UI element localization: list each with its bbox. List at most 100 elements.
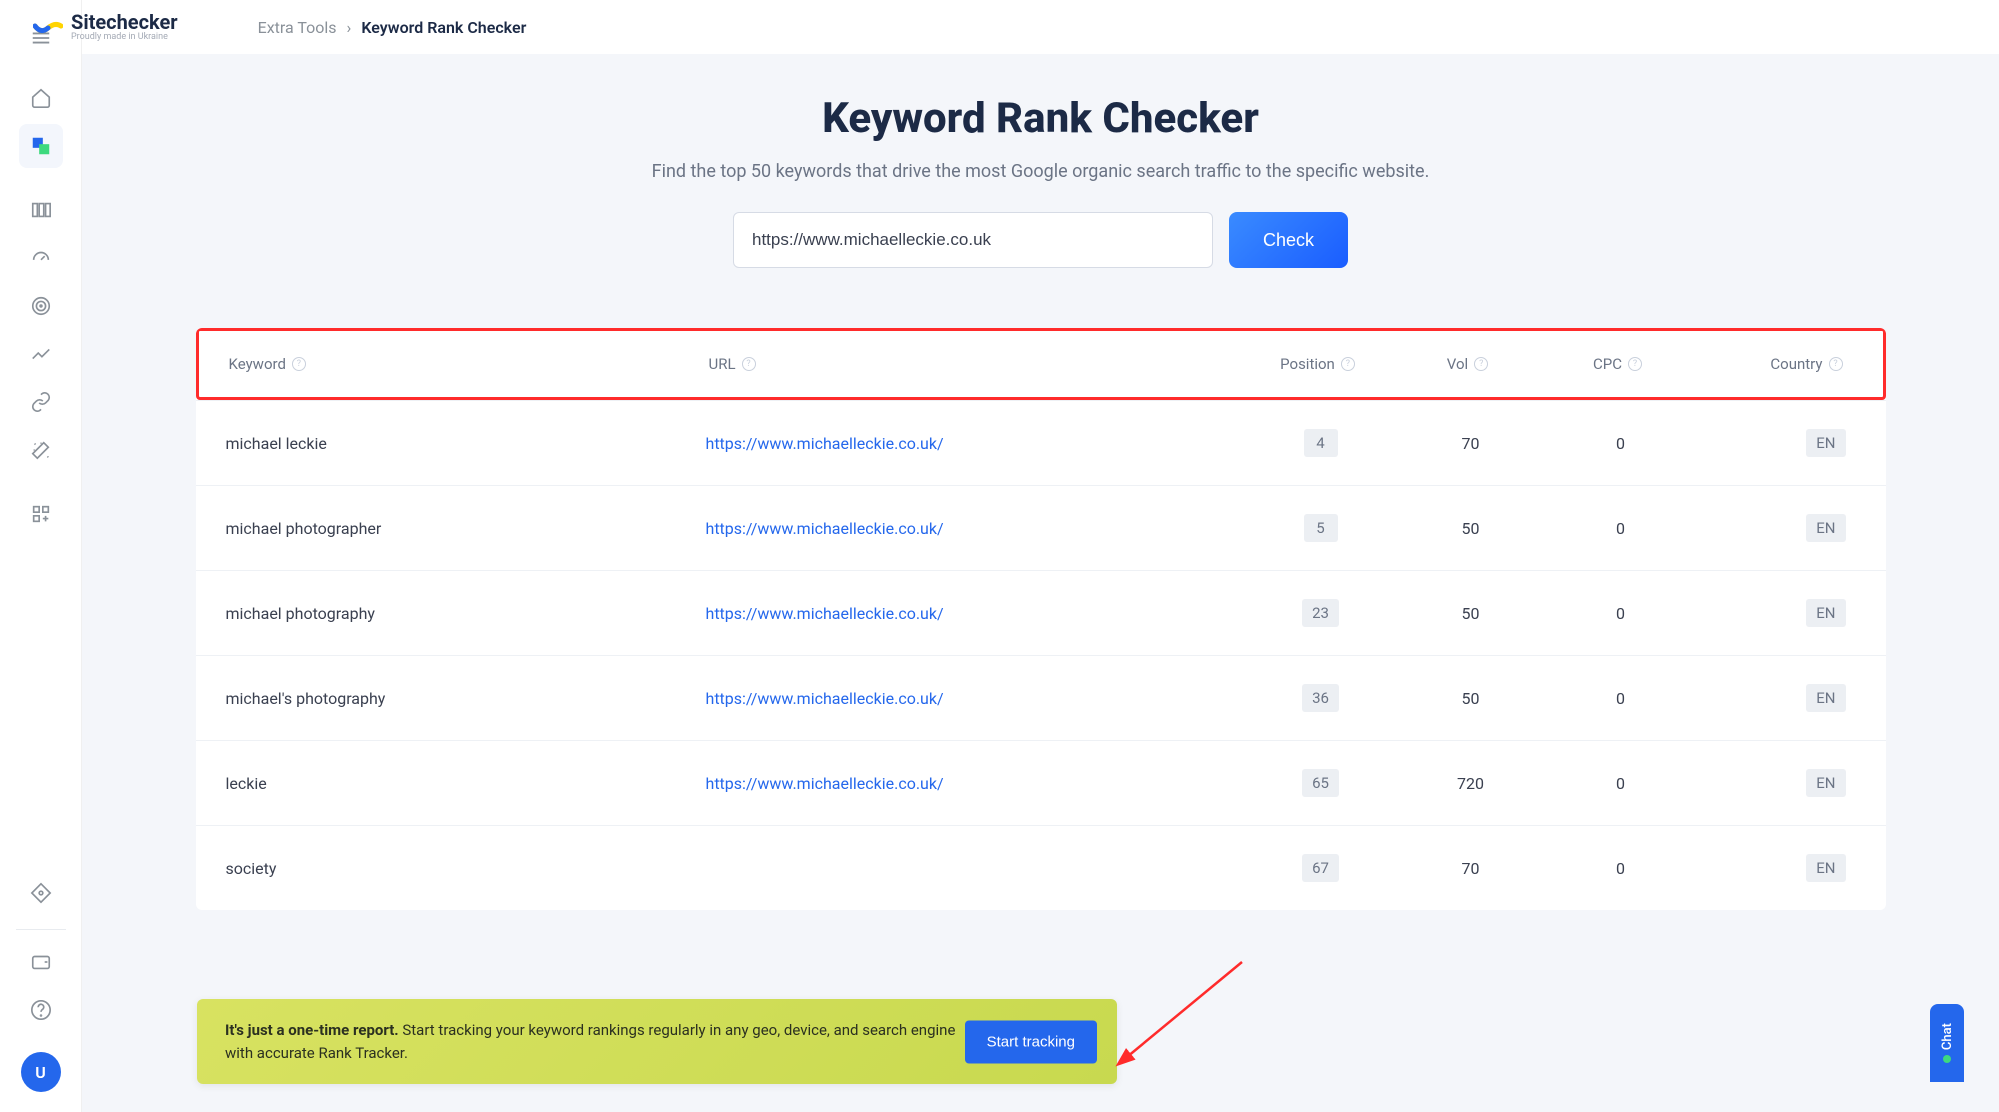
table-row: michael photography https://www.michaell… [196,570,1886,655]
cell-keyword: society [226,859,706,878]
column-header-cpc[interactable]: CPC? [1543,355,1693,373]
cell-country: EN [1696,599,1856,627]
table-row: society 67 70 0 EN [196,825,1886,910]
divider [16,929,66,930]
cell-position: 5 [1246,514,1396,542]
info-icon[interactable]: ? [1628,357,1642,371]
url-link[interactable]: https://www.michaelleckie.co.uk/ [706,604,944,623]
cell-country: EN [1696,769,1856,797]
cell-position: 65 [1246,769,1396,797]
check-button[interactable]: Check [1229,212,1348,268]
column-header-url[interactable]: URL? [709,355,1243,373]
column-header-vol[interactable]: Vol? [1393,355,1543,373]
country-badge: EN [1806,429,1845,457]
column-header-position[interactable]: Position? [1243,355,1393,373]
link-icon[interactable] [19,380,63,424]
main: Sitechecker Proudly made in Ukraine Extr… [82,0,1999,1112]
cell-position: 23 [1246,599,1396,627]
avatar[interactable]: U [21,1052,61,1092]
avatar-initial: U [35,1063,46,1082]
target-icon[interactable] [19,284,63,328]
info-icon[interactable]: ? [1341,357,1355,371]
url-link[interactable]: https://www.michaelleckie.co.uk/ [706,689,944,708]
cell-url: https://www.michaelleckie.co.uk/ [706,519,1246,538]
cell-cpc: 0 [1546,774,1696,793]
search-row: Check [142,212,1939,268]
info-icon[interactable]: ? [742,357,756,371]
chat-button[interactable]: Chat [1930,1004,1964,1082]
content: Keyword Rank Checker Find the top 50 key… [82,54,1999,1112]
info-icon[interactable]: ? [1474,357,1488,371]
cell-url: https://www.michaelleckie.co.uk/ [706,689,1246,708]
cell-position: 4 [1246,429,1396,457]
trend-icon[interactable] [19,332,63,376]
apps-icon[interactable] [19,492,63,536]
country-badge: EN [1806,684,1845,712]
chevron-right-icon: › [347,18,352,37]
cell-cpc: 0 [1546,604,1696,623]
table-header: Keyword? URL? Position? Vol? CPC? Countr… [196,328,1886,400]
brand-tagline: Proudly made in Ukraine [71,32,178,42]
cell-country: EN [1696,429,1856,457]
extra-tools-icon[interactable] [19,124,63,168]
position-badge: 65 [1302,769,1339,797]
url-input[interactable] [733,212,1213,268]
arrow-annotation-icon [1112,957,1262,1077]
position-badge: 5 [1304,514,1338,542]
cell-vol: 50 [1396,604,1546,623]
brand-name: Sitechecker [71,12,178,32]
info-icon[interactable]: ? [1829,357,1843,371]
cell-keyword: michael's photography [226,689,706,708]
status-dot-icon [1943,1055,1951,1063]
help-icon[interactable] [19,988,63,1032]
sidebar: U [0,0,82,1112]
table-row: michael's photography https://www.michae… [196,655,1886,740]
chat-label: Chat [1940,1023,1955,1050]
info-icon[interactable]: ? [292,357,306,371]
cell-country: EN [1696,514,1856,542]
breadcrumb-current: Keyword Rank Checker [361,18,526,37]
dashboard-icon[interactable] [19,236,63,280]
header: Sitechecker Proudly made in Ukraine Extr… [82,0,1999,54]
cell-cpc: 0 [1546,434,1696,453]
columns-icon[interactable] [19,188,63,232]
cell-vol: 70 [1396,859,1546,878]
column-header-keyword[interactable]: Keyword? [229,355,709,373]
wallet-icon[interactable] [19,940,63,984]
cell-country: EN [1696,854,1856,882]
breadcrumb-parent[interactable]: Extra Tools [258,18,337,37]
country-badge: EN [1806,769,1845,797]
cell-keyword: michael photographer [226,519,706,538]
cell-keyword: michael leckie [226,434,706,453]
country-badge: EN [1806,514,1845,542]
cell-vol: 50 [1396,519,1546,538]
cell-position: 67 [1246,854,1396,882]
url-link[interactable]: https://www.michaelleckie.co.uk/ [706,519,944,538]
position-badge: 4 [1304,429,1338,457]
cell-vol: 50 [1396,689,1546,708]
start-tracking-button[interactable]: Start tracking [965,1020,1097,1063]
cell-url: https://www.michaelleckie.co.uk/ [706,604,1246,623]
logo[interactable]: Sitechecker Proudly made in Ukraine [33,12,178,42]
cell-vol: 720 [1396,774,1546,793]
results-table: Keyword? URL? Position? Vol? CPC? Countr… [196,328,1886,910]
cell-keyword: michael photography [226,604,706,623]
cell-country: EN [1696,684,1856,712]
page-subtitle: Find the top 50 keywords that drive the … [142,161,1939,182]
position-badge: 23 [1302,599,1339,627]
column-header-country[interactable]: Country? [1693,355,1853,373]
url-link[interactable]: https://www.michaelleckie.co.uk/ [706,434,944,453]
country-badge: EN [1806,854,1845,882]
compass-icon[interactable] [19,871,63,915]
country-badge: EN [1806,599,1845,627]
home-icon[interactable] [19,76,63,120]
magic-wand-icon[interactable] [19,428,63,472]
cell-vol: 70 [1396,434,1546,453]
cell-cpc: 0 [1546,689,1696,708]
cell-cpc: 0 [1546,859,1696,878]
cell-cpc: 0 [1546,519,1696,538]
callout-banner: It's just a one-time report. Start track… [197,999,1117,1084]
cell-url: https://www.michaelleckie.co.uk/ [706,774,1246,793]
cell-keyword: leckie [226,774,706,793]
url-link[interactable]: https://www.michaelleckie.co.uk/ [706,774,944,793]
